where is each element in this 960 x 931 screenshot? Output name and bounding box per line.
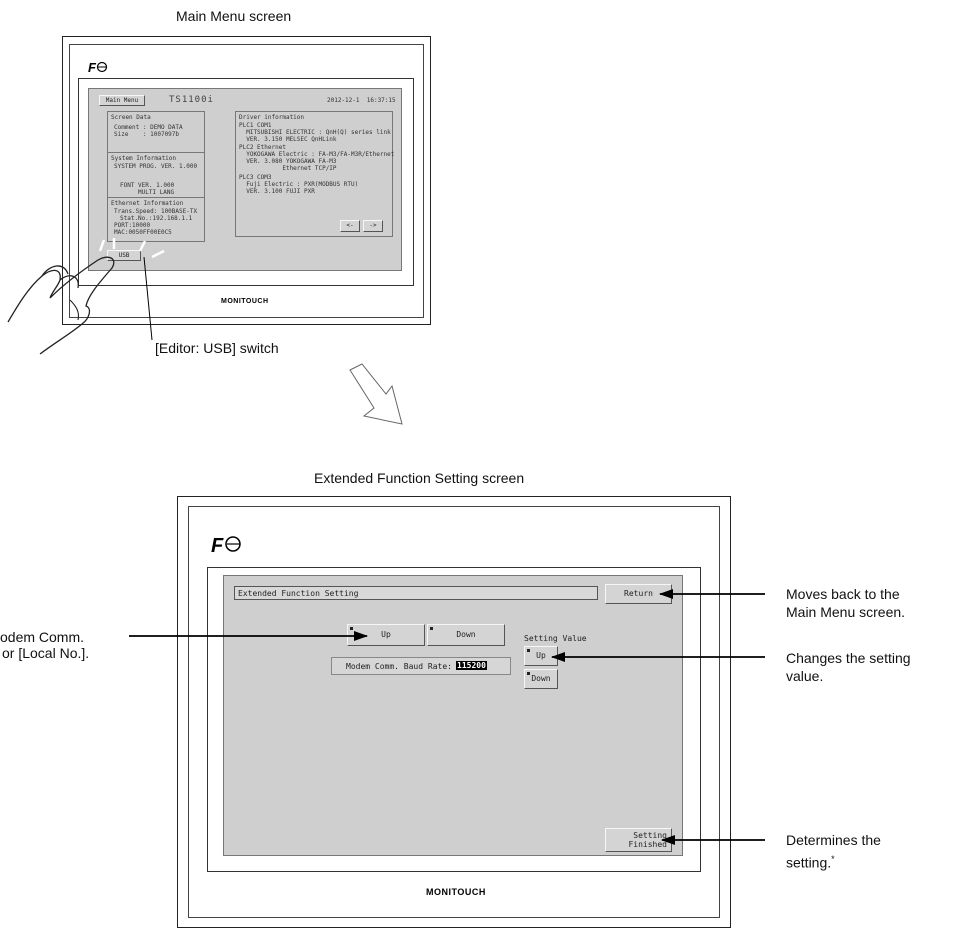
annotation-return-line1: Moves back to the (786, 586, 900, 602)
annotation-return-line2: Main Menu screen. (786, 604, 906, 620)
footnote-mark: * (831, 854, 835, 864)
annotation-finish-line2: setting.* (786, 854, 835, 871)
annotation-left-line1: odem Comm. (0, 629, 85, 645)
annotation-finish-line1: Determines the (786, 832, 881, 848)
annotation-change-line1: Changes the setting (786, 650, 911, 666)
annotation-left-line2: or [Local No.]. (2, 645, 90, 661)
annotation-change-line2: value. (786, 668, 824, 684)
annotation-finish-text: setting. (786, 854, 832, 871)
annotation-arrows (129, 589, 765, 845)
